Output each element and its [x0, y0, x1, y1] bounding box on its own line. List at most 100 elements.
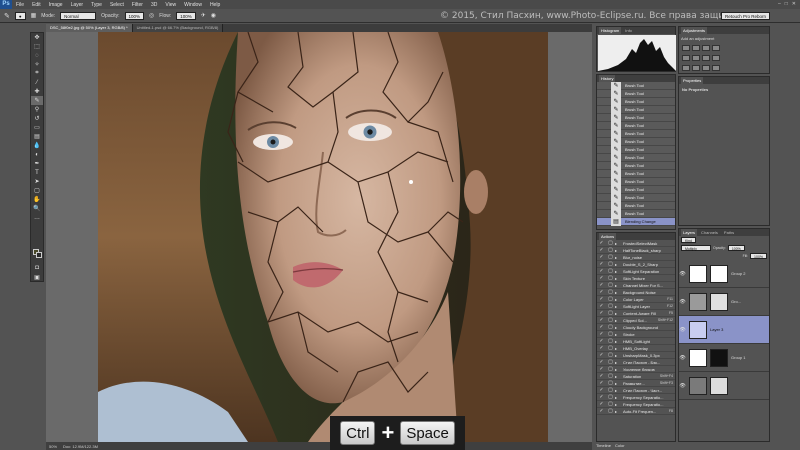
action-dialog-icon[interactable]: ▢	[608, 289, 613, 295]
expand-icon[interactable]: ▸	[615, 374, 617, 379]
action-dialog-icon[interactable]: ▢	[608, 324, 613, 330]
action-dialog-icon[interactable]: ▢	[608, 310, 613, 316]
action-toggle-icon[interactable]: ✓	[599, 261, 604, 267]
action-dialog-icon[interactable]: ▢	[608, 303, 613, 309]
expand-icon[interactable]: ▸	[615, 290, 617, 295]
history-brush-tool-icon[interactable]: ↺	[31, 114, 43, 123]
quick-mask-icon[interactable]: ◘	[31, 263, 43, 272]
screen-mode-icon[interactable]: ▣	[31, 273, 43, 282]
expand-icon[interactable]: ▸	[615, 388, 617, 393]
action-toggle-icon[interactable]: ✓	[599, 401, 604, 407]
brush-tool-icon[interactable]: ✎	[4, 12, 10, 20]
action-dialog-icon[interactable]: ▢	[608, 352, 613, 358]
expand-icon[interactable]: ▸	[615, 353, 617, 358]
action-dialog-icon[interactable]: ▢	[608, 268, 613, 274]
layer-opacity-input[interactable]: 100%	[727, 245, 745, 251]
history-item[interactable]: ✎ Brush Tool	[597, 89, 675, 98]
expand-icon[interactable]: ▸	[615, 402, 617, 407]
quick-select-tool-icon[interactable]: ✧	[31, 60, 43, 69]
crop-tool-icon[interactable]: ⌗	[31, 69, 43, 78]
brush-panel-icon[interactable]: ▦	[31, 12, 37, 19]
expand-icon[interactable]: ▸	[615, 269, 617, 274]
expand-icon[interactable]: ▸	[615, 297, 617, 302]
action-item[interactable]: ✓ ▢ ▸ Усиление бликов	[597, 366, 675, 373]
layer-name[interactable]: Group 2	[731, 271, 745, 276]
action-item[interactable]: ✓ ▢ ▸ SoftLight Separation	[597, 268, 675, 275]
layer-thumbnail[interactable]	[689, 264, 707, 283]
pen-tool-icon[interactable]: ✒	[31, 159, 43, 168]
clone-stamp-tool-icon[interactable]: ⚲	[31, 105, 43, 114]
pressure-opacity-icon[interactable]: ◎	[149, 12, 154, 19]
action-toggle-icon[interactable]: ✓	[599, 394, 604, 400]
visibility-eye-icon[interactable]: 👁	[679, 327, 686, 333]
expand-icon[interactable]: ▸	[615, 304, 617, 309]
tab-paths[interactable]: Paths	[722, 229, 736, 236]
photo-canvas[interactable]	[98, 32, 548, 442]
action-toggle-icon[interactable]: ✓	[599, 387, 604, 393]
hue-saturation-icon[interactable]	[692, 55, 700, 61]
tab-document-active[interactable]: DSC_58f0e2.jpg @ 50% (Layer 3, RGB/8) *	[46, 24, 133, 32]
expand-icon[interactable]: ▸	[615, 311, 617, 316]
action-item[interactable]: ✓ ▢ ▸ HalfToneBlack_sharp	[597, 247, 675, 254]
action-toggle-icon[interactable]: ✓	[599, 380, 604, 386]
minimize-icon[interactable]: –	[778, 1, 781, 7]
gradient-tool-icon[interactable]: ▤	[31, 132, 43, 141]
expand-icon[interactable]: ▸	[615, 276, 617, 281]
levels-icon[interactable]	[692, 45, 700, 51]
threshold-icon[interactable]	[702, 65, 710, 71]
curves-icon[interactable]	[702, 45, 710, 51]
action-dialog-icon[interactable]: ▢	[608, 317, 613, 323]
action-dialog-icon[interactable]: ▢	[608, 366, 613, 372]
action-toggle-icon[interactable]: ✓	[599, 317, 604, 323]
history-item[interactable]: ✎ Brush Tool	[597, 137, 675, 146]
background-color-swatch[interactable]	[36, 252, 42, 258]
action-toggle-icon[interactable]: ✓	[599, 324, 604, 330]
expand-icon[interactable]: ▸	[615, 360, 617, 365]
history-item[interactable]: ✎ Brush Tool	[597, 105, 675, 114]
layer-row-selected[interactable]: 👁 Layer 3	[679, 316, 769, 344]
history-item[interactable]: ✎ Brush Tool	[597, 113, 675, 122]
action-toggle-icon[interactable]: ✓	[599, 338, 604, 344]
action-item[interactable]: ✓ ▢ ▸ Content-Aware Fill F5	[597, 310, 675, 317]
visibility-eye-icon[interactable]: 👁	[679, 383, 686, 389]
action-dialog-icon[interactable]: ▢	[608, 380, 613, 386]
menu-window[interactable]: Window	[180, 2, 206, 8]
vibrance-icon[interactable]	[682, 55, 690, 61]
action-dialog-icon[interactable]: ▢	[608, 254, 613, 260]
layer-fill-input[interactable]: 100%	[750, 253, 767, 259]
blur-tool-icon[interactable]: 💧	[31, 141, 43, 150]
maximize-icon[interactable]: □	[785, 1, 788, 7]
layer-thumbnail[interactable]	[689, 376, 707, 395]
action-item[interactable]: ✓ ▢ ▸ UnsharpMask_0.3px	[597, 352, 675, 359]
expand-icon[interactable]: ▸	[615, 395, 617, 400]
menu-select[interactable]: Select	[106, 2, 128, 8]
action-item[interactable]: ✓ ▢ ▸ Background Noise	[597, 289, 675, 296]
action-item[interactable]: ✓ ▢ ▸ Channel Mixer For S...	[597, 282, 675, 289]
visibility-eye-icon[interactable]: 👁	[679, 271, 686, 277]
layer-row[interactable]: 👁 Gro...	[679, 288, 769, 316]
action-dialog-icon[interactable]: ▢	[608, 394, 613, 400]
action-toggle-icon[interactable]: ✓	[599, 345, 604, 351]
close-icon[interactable]: ✕	[792, 1, 796, 7]
expand-icon[interactable]: ▸	[615, 367, 617, 372]
action-item[interactable]: ✓ ▢ ▸ FrostedSelectMask	[597, 240, 675, 247]
action-item[interactable]: ✓ ▢ ▸ Frequency Separatio...	[597, 401, 675, 408]
action-item[interactable]: ✓ ▢ ▸ Blur_noise	[597, 254, 675, 261]
posterize-icon[interactable]	[692, 65, 700, 71]
action-toggle-icon[interactable]: ✓	[599, 373, 604, 379]
history-item[interactable]: ✎ Brush Tool	[597, 153, 675, 162]
action-item[interactable]: ✓ ▢ ▸ Stroke	[597, 331, 675, 338]
action-toggle-icon[interactable]: ✓	[599, 247, 604, 253]
tab-properties[interactable]: Properties	[681, 77, 704, 84]
action-dialog-icon[interactable]: ▢	[608, 359, 613, 365]
eraser-tool-icon[interactable]: ▭	[31, 123, 43, 132]
action-toggle-icon[interactable]: ✓	[599, 275, 604, 281]
layer-mask-thumbnail[interactable]	[710, 292, 728, 311]
path-select-tool-icon[interactable]: ➤	[31, 177, 43, 186]
history-item-selected[interactable]: ▤ Blending Change	[597, 217, 675, 226]
menu-edit[interactable]: Edit	[28, 2, 45, 8]
action-dialog-icon[interactable]: ▢	[608, 373, 613, 379]
airbrush-icon[interactable]: ✈	[201, 12, 206, 19]
opacity-input[interactable]: 100%	[124, 11, 145, 20]
healing-tool-icon[interactable]: ✚	[31, 87, 43, 96]
